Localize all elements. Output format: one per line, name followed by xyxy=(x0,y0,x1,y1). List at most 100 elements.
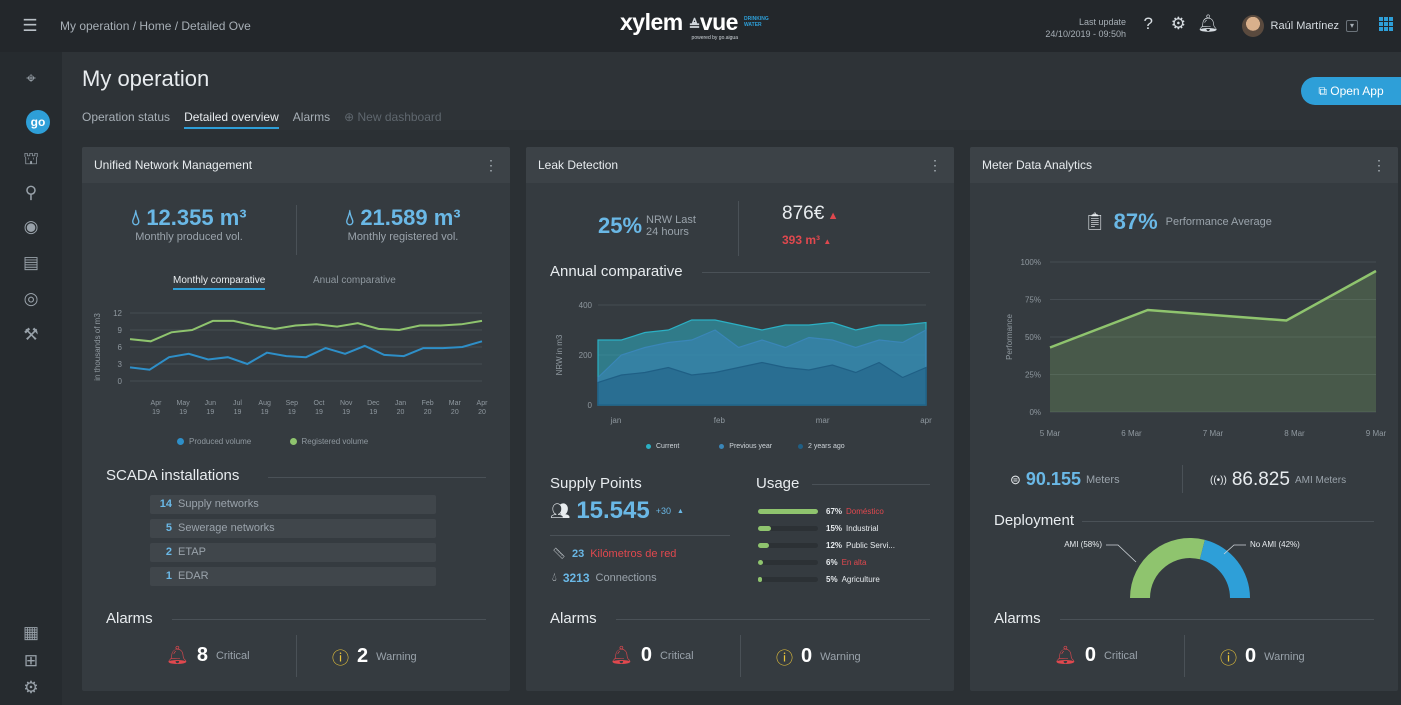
scada-row[interactable]: 1 EDAR xyxy=(150,567,436,586)
critical-alarms[interactable]: 🔔︎ 8 Critical xyxy=(166,644,250,667)
help-icon[interactable]: ? xyxy=(1144,14,1153,34)
y-tick-label: 12 xyxy=(113,309,122,318)
bell-icon: 🔔︎ xyxy=(1054,645,1077,665)
tab-detailed-overview[interactable]: Detailed overview xyxy=(184,110,279,129)
warning-label: Warning xyxy=(376,650,417,663)
x-tick-label: Sep xyxy=(286,400,299,407)
x-tick-label: 19 xyxy=(179,409,187,416)
last-update: Last update 24/10/2019 - 09:50h xyxy=(1045,16,1126,40)
top-bar: ☰ My operation / Home / Detailed Ove xyl… xyxy=(0,0,1401,52)
usage-bar xyxy=(758,560,818,565)
usage-row: 5% Agriculture xyxy=(758,575,880,584)
conn-label: Connections xyxy=(595,571,657,584)
warning-icon: ⓘ xyxy=(776,649,793,668)
gear-icon[interactable]: ⚙ xyxy=(1171,14,1186,34)
scada-count: 1 xyxy=(165,570,172,582)
scada-count: 2 xyxy=(165,546,172,558)
tools-icon[interactable]: ⚒ xyxy=(20,324,42,346)
scada-row[interactable]: 14 Supply networks xyxy=(150,495,436,514)
more-icon[interactable]: ⋮ xyxy=(1372,157,1386,174)
breadcrumb[interactable]: My operation / Home / Detailed Ove xyxy=(60,19,260,33)
usage-label: Agriculture xyxy=(841,575,880,584)
legend-dot xyxy=(646,443,651,449)
sensor-icon[interactable]: ◉ xyxy=(20,216,42,238)
y-axis-label: in thousands of m3 xyxy=(93,313,102,381)
more-icon[interactable]: ⋮ xyxy=(484,157,498,174)
divider xyxy=(1184,635,1185,677)
usage-row: 12% Public Servi... xyxy=(758,541,895,550)
more-icon[interactable]: ⋮ xyxy=(928,157,942,174)
usage-row: 15% Industrial xyxy=(758,524,878,533)
card-leak-detection: Leak Detection ⋮ 25% NRW Last 24 hours 876… xyxy=(526,147,954,691)
divider xyxy=(296,635,297,677)
water-tower-icon[interactable]: ⛫ xyxy=(20,148,42,170)
warning-alarms[interactable]: ⓘ 0 Warning xyxy=(776,644,861,669)
settings-icon[interactable]: ⚙ xyxy=(20,677,42,699)
tab-operation-status[interactable]: Operation status xyxy=(82,110,170,129)
menu-icon[interactable]: ☰ xyxy=(0,16,60,36)
performance-stat: 📋︎ 87% Performance Average xyxy=(1084,209,1272,235)
x-tick-label: 5 Mar xyxy=(1040,429,1061,438)
pipe-icon[interactable]: ⚲ xyxy=(20,182,42,204)
usage-pct: 67% xyxy=(826,507,843,516)
x-tick-label: Feb xyxy=(422,400,434,407)
y-tick-label: 3 xyxy=(118,360,123,369)
y-tick-label: 200 xyxy=(579,351,593,360)
tab-new-dashboard[interactable]: ⊕ New dashboard xyxy=(344,110,441,129)
page-header: My operation Operation status Detailed o… xyxy=(62,52,1401,130)
warning-alarms[interactable]: ⓘ 0 Warning xyxy=(1220,644,1305,669)
database-icon[interactable]: ▦ xyxy=(20,622,42,644)
bell-icon[interactable]: 🔔︎ xyxy=(1197,14,1219,34)
warning-alarms[interactable]: ⓘ 2 Warning xyxy=(332,644,417,669)
users-icon[interactable]: ◎ xyxy=(20,288,42,310)
chevron-down-icon[interactable]: ▾ xyxy=(1346,20,1358,32)
nrw-label-1: NRW Last xyxy=(646,214,696,226)
x-tick-label: Oct xyxy=(314,400,325,407)
go-logo[interactable]: go xyxy=(26,110,50,134)
critical-alarms[interactable]: 🔔︎ 0 Critical xyxy=(1054,644,1138,667)
monthly-line-chart: 12 9 6 3 0 in thousands of m3 Apr 19 May 19 Jun 19 J… xyxy=(93,309,488,416)
tab-annual-comparative[interactable]: Anual comparative xyxy=(313,275,396,286)
ami-value: 86.825 xyxy=(1231,469,1290,490)
scada-row[interactable]: 2 ETAP xyxy=(150,543,436,562)
supply-delta: +30 xyxy=(655,506,671,516)
meter-icon[interactable]: ▤ xyxy=(20,252,42,274)
chart-legend: Produced volume Registered volume xyxy=(177,437,368,446)
produced-value: 12.355 m³ xyxy=(146,205,247,230)
critical-label: Critical xyxy=(1103,649,1138,662)
apps-grid-icon[interactable] xyxy=(1379,17,1393,31)
open-app-button[interactable]: ⧉ Open App xyxy=(1301,77,1401,105)
critical-count: 0 xyxy=(640,644,652,666)
hierarchy-icon[interactable]: ⊞ xyxy=(20,650,42,672)
y-tick-label: 25% xyxy=(1025,371,1041,380)
registered-label: Monthly registered vol. xyxy=(347,231,459,243)
x-tick-label: Nov xyxy=(340,400,353,407)
scada-label: Sewerage networks xyxy=(178,522,275,534)
scada-row[interactable]: 5 Sewerage networks xyxy=(150,519,436,538)
km-count: 23 xyxy=(571,547,585,560)
user-name: Raúl Martínez xyxy=(1270,20,1339,32)
nrw-cost: 876€ ▲ xyxy=(782,203,839,225)
annual-title: Annual comparative xyxy=(550,263,683,280)
location-icon[interactable]: ⌖ xyxy=(20,68,42,90)
scada-label: EDAR xyxy=(178,570,209,582)
tab-monthly-comparative[interactable]: Monthly comparative xyxy=(173,275,266,290)
chart-legend: Current Previous year 2 years ago xyxy=(646,443,845,450)
x-tick-label: jan xyxy=(610,416,622,425)
deployment-title: Deployment xyxy=(994,512,1075,529)
usage-bar-fill xyxy=(758,509,818,514)
up-arrow-icon: ▲ xyxy=(827,210,839,222)
tab-alarms[interactable]: Alarms xyxy=(293,110,330,129)
supply-stat: 👥︎ 15.545 +30 ▲ xyxy=(550,497,684,525)
volume-value: 393 m³ xyxy=(782,233,821,247)
alarms-title: Alarms xyxy=(106,610,153,627)
x-tick-label: apr xyxy=(920,416,932,425)
logo-text: xylem xyxy=(620,9,683,35)
usage-bar-fill xyxy=(758,577,763,582)
critical-alarms[interactable]: 🔔︎ 0 Critical xyxy=(610,644,694,667)
open-app-label: Open App xyxy=(1330,84,1384,98)
usage-text: 6% En alta xyxy=(826,558,866,567)
nrw-label-2: 24 hours xyxy=(646,226,689,238)
user-menu[interactable]: Raúl Martínez ▾ xyxy=(1241,15,1358,37)
usage-bar-fill xyxy=(758,526,772,531)
